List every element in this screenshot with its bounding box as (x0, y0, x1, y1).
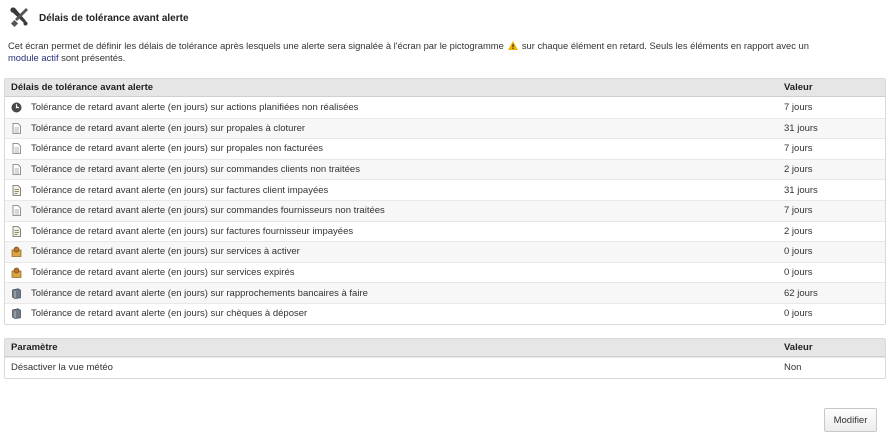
bank-icon (11, 288, 22, 299)
document-icon (11, 164, 22, 175)
delay-label-cell: Tolérance de retard avant alerte (en jou… (5, 185, 784, 196)
delay-label-cell: Tolérance de retard avant alerte (en jou… (5, 123, 784, 134)
page-title: Délais de tolérance avant alerte (39, 12, 189, 24)
table-row: Tolérance de retard avant alerte (en jou… (5, 261, 885, 283)
delay-label: Tolérance de retard avant alerte (en jou… (31, 287, 368, 299)
delay-label: Tolérance de retard avant alerte (en jou… (31, 101, 359, 113)
delay-value: 0 jours (784, 308, 813, 320)
delay-label-cell: Tolérance de retard avant alerte (en jou… (5, 102, 784, 113)
table-row: Tolérance de retard avant alerte (en jou… (5, 158, 885, 180)
service-icon (11, 267, 22, 278)
column-header-label: Paramètre (11, 342, 58, 353)
delay-value: 2 jours (784, 225, 813, 237)
modify-button[interactable]: Modifier (824, 408, 877, 432)
bank-icon (11, 308, 22, 320)
page-header: Délais de tolérance avant alerte (8, 6, 189, 30)
delay-label: Tolérance de retard avant alerte (en jou… (31, 184, 329, 196)
delay-label: Tolérance de retard avant alerte (en jou… (31, 267, 295, 279)
delay-label-cell: Tolérance de retard avant alerte (en jou… (5, 288, 784, 299)
param-label: Désactiver la vue météo (11, 362, 113, 374)
delay-label-cell: Tolérance de retard avant alerte (en jou… (5, 267, 784, 278)
delay-label: Tolérance de retard avant alerte (en jou… (31, 122, 306, 134)
delay-value: 31 jours (784, 122, 818, 134)
intro-text: Cet écran permet de définir les délais d… (8, 40, 884, 63)
warning-icon (507, 41, 518, 52)
params-table: Paramètre Valeur Désactiver la vue météo… (4, 338, 886, 379)
active-module-link[interactable]: module actif (8, 52, 59, 63)
table-row: Tolérance de retard avant alerte (en jou… (5, 302, 885, 324)
table-row: Tolérance de retard avant alerte (en jou… (5, 179, 885, 200)
invoice-icon (11, 184, 22, 196)
delays-table: Délais de tolérance avant alerte Valeur … (4, 78, 886, 325)
delays-table-header: Délais de tolérance avant alerte Valeur (5, 79, 885, 97)
delay-value: 7 jours (784, 101, 813, 113)
table-row: Désactiver la vue météo Non (5, 357, 885, 378)
column-header-label: Délais de tolérance avant alerte (11, 82, 154, 93)
param-value: Non (784, 362, 802, 374)
document-icon (11, 205, 22, 217)
intro-text-part: sur chaque élément en retard. Seuls les … (521, 40, 809, 51)
service-icon (11, 246, 22, 258)
delay-value: 7 jours (784, 143, 813, 155)
delay-label: Tolérance de retard avant alerte (en jou… (31, 205, 385, 217)
delay-value: 0 jours (784, 246, 813, 258)
table-row: Tolérance de retard avant alerte (en jou… (5, 138, 885, 159)
params-table-header: Paramètre Valeur (5, 339, 885, 357)
delay-label-cell: Tolérance de retard avant alerte (en jou… (5, 308, 784, 319)
column-header-value: Valeur (784, 342, 813, 353)
delay-label: Tolérance de retard avant alerte (en jou… (31, 246, 300, 258)
table-row: Tolérance de retard avant alerte (en jou… (5, 220, 885, 242)
clock-icon (11, 102, 22, 113)
delay-label: Tolérance de retard avant alerte (en jou… (31, 143, 324, 155)
delay-value: 62 jours (784, 287, 818, 299)
delay-label-cell: Tolérance de retard avant alerte (en jou… (5, 143, 784, 154)
delay-value: 31 jours (784, 184, 818, 196)
invoice-icon (11, 225, 22, 237)
delay-value: 0 jours (784, 267, 813, 279)
table-row: Tolérance de retard avant alerte (en jou… (5, 117, 885, 139)
table-row: Tolérance de retard avant alerte (en jou… (5, 97, 885, 118)
document-icon (11, 143, 22, 155)
table-row: Tolérance de retard avant alerte (en jou… (5, 282, 885, 303)
delay-label-cell: Tolérance de retard avant alerte (en jou… (5, 164, 784, 175)
delay-value: 2 jours (784, 164, 813, 176)
delay-label-cell: Tolérance de retard avant alerte (en jou… (5, 205, 784, 216)
delay-label-cell: Tolérance de retard avant alerte (en jou… (5, 226, 784, 237)
delay-label-cell: Tolérance de retard avant alerte (en jou… (5, 246, 784, 257)
intro-text-part: sont présentés. (61, 52, 126, 63)
intro-text-part: Cet écran permet de définir les délais d… (8, 40, 504, 51)
tools-icon (8, 6, 30, 31)
delay-label: Tolérance de retard avant alerte (en jou… (31, 164, 360, 176)
document-icon (11, 122, 22, 134)
table-row: Tolérance de retard avant alerte (en jou… (5, 199, 885, 221)
delay-value: 7 jours (784, 205, 813, 217)
table-row: Tolérance de retard avant alerte (en jou… (5, 241, 885, 262)
column-header-value: Valeur (784, 82, 813, 93)
delay-label: Tolérance de retard avant alerte (en jou… (31, 308, 308, 320)
delay-label: Tolérance de retard avant alerte (en jou… (31, 225, 354, 237)
